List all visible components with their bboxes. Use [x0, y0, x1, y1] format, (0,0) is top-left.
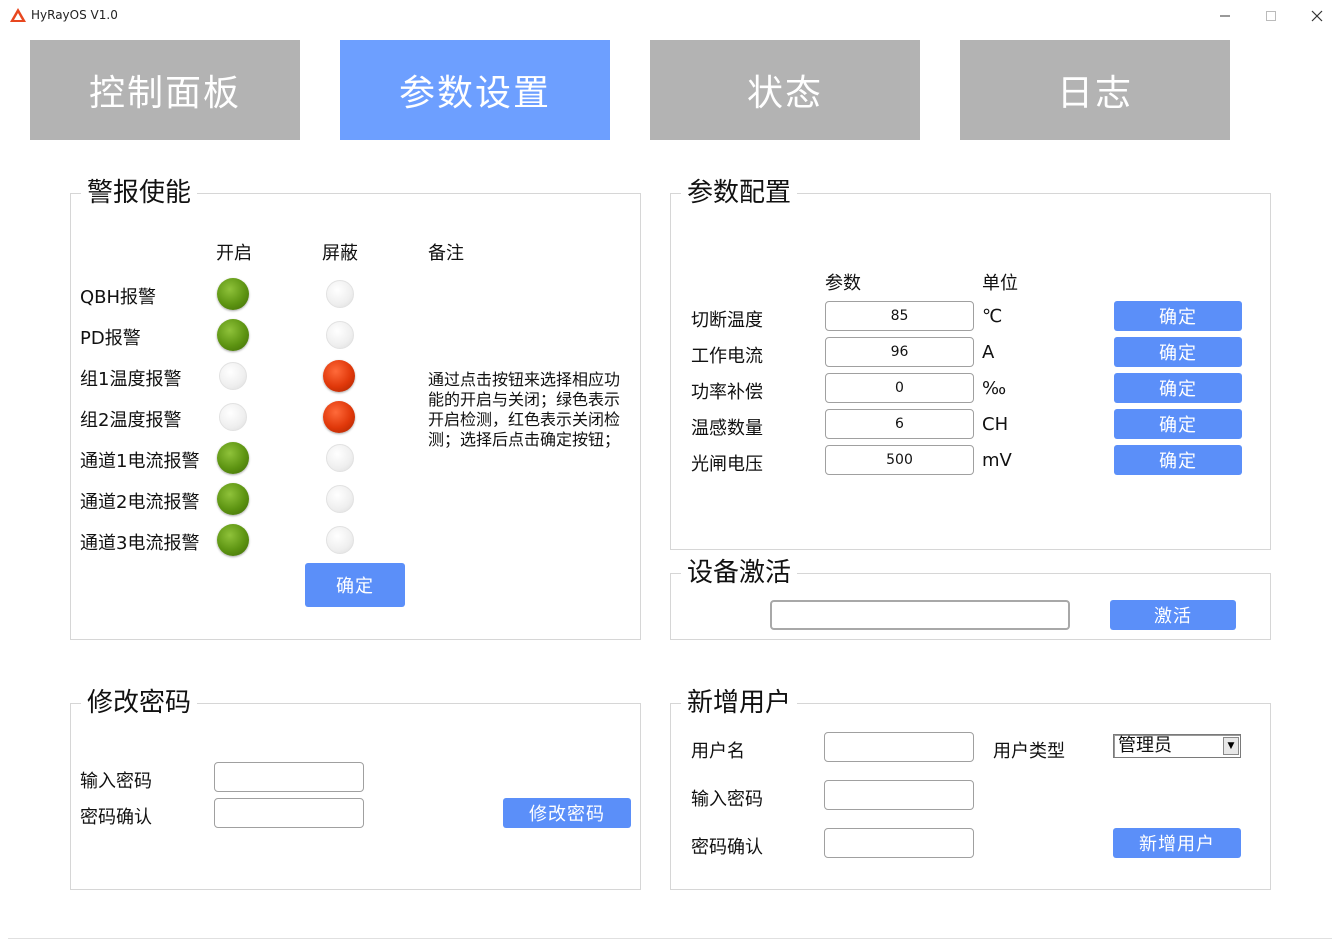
param-confirm-button[interactable]: 确定 — [1114, 373, 1242, 403]
minimize-icon — [1220, 15, 1230, 17]
close-button[interactable] — [1294, 0, 1340, 32]
alarm-on-led[interactable] — [219, 403, 247, 431]
alarm-row-label: 通道3电流报警 — [80, 533, 200, 554]
username-label: 用户名 — [691, 741, 745, 762]
param-label: 功率补偿 — [691, 382, 763, 403]
param-unit: mV — [982, 450, 1012, 471]
alarm-mask-led[interactable] — [326, 444, 354, 472]
param-value-input[interactable]: 96 — [825, 337, 974, 367]
alarm-mask-led[interactable] — [326, 485, 354, 513]
bottom-divider — [8, 938, 1332, 939]
alarm-note: 通过点击按钮来选择相应功能的开启与关闭；绿色表示开启检测，红色表示关闭检测；选择… — [428, 370, 621, 449]
user-type-value: 管理员 — [1118, 735, 1172, 756]
close-icon — [1311, 10, 1323, 22]
param-label: 温感数量 — [691, 418, 763, 439]
app-logo-icon — [10, 8, 26, 22]
param-value-input[interactable]: 500 — [825, 445, 974, 475]
username-input[interactable] — [824, 732, 974, 762]
alarm-on-led[interactable] — [217, 278, 249, 310]
device-activation-title: 设备激活 — [681, 556, 798, 590]
param-label: 切断温度 — [691, 310, 763, 331]
param-value-input[interactable]: 6 — [825, 409, 974, 439]
param-config-group: 参数配置 — [670, 176, 1271, 550]
alarm-mask-led[interactable] — [323, 360, 355, 392]
change-password-group: 修改密码 — [70, 686, 641, 890]
param-label: 光闸电压 — [691, 454, 763, 475]
alarm-col-on: 开启 — [216, 243, 252, 264]
alarm-col-mask: 屏蔽 — [322, 243, 358, 264]
alarm-row-label: 通道1电流报警 — [80, 451, 200, 472]
activation-code-input[interactable] — [770, 600, 1070, 630]
password-input-label: 输入密码 — [80, 771, 152, 792]
alarm-on-led[interactable] — [217, 483, 249, 515]
window-title: HyRayOS V1.0 — [31, 8, 118, 22]
alarm-row-label: 组2温度报警 — [80, 410, 182, 431]
tab-parameter-settings[interactable]: 参数设置 — [340, 40, 610, 140]
title-bar: HyRayOS V1.0 — [0, 0, 1340, 32]
param-unit: A — [982, 342, 995, 363]
new-user-confirm-input[interactable] — [824, 828, 974, 858]
user-type-select[interactable]: 管理员 ▼ — [1113, 734, 1241, 758]
param-config-title: 参数配置 — [681, 176, 798, 210]
alarm-mask-led[interactable] — [326, 526, 354, 554]
param-value-input[interactable]: 0 — [825, 373, 974, 403]
param-col-param: 参数 — [825, 273, 861, 294]
password-confirm-label: 密码确认 — [80, 807, 152, 828]
param-unit: CH — [982, 414, 1009, 435]
alarm-on-led[interactable] — [219, 362, 247, 390]
alarm-on-led[interactable] — [217, 524, 249, 556]
param-confirm-button[interactable]: 确定 — [1114, 337, 1242, 367]
new-user-title: 新增用户 — [681, 686, 798, 720]
activate-button[interactable]: 激活 — [1110, 600, 1236, 630]
maximize-button[interactable] — [1248, 0, 1294, 32]
alarm-col-note: 备注 — [428, 243, 464, 264]
param-col-unit: 单位 — [982, 273, 1018, 294]
alarm-enable-title: 警报使能 — [81, 176, 198, 210]
maximize-icon — [1266, 11, 1276, 21]
param-confirm-button[interactable]: 确定 — [1114, 409, 1242, 439]
alarm-on-led[interactable] — [217, 319, 249, 351]
user-type-label: 用户类型 — [993, 741, 1065, 762]
alarm-on-led[interactable] — [217, 442, 249, 474]
alarm-mask-led[interactable] — [326, 280, 354, 308]
change-password-title: 修改密码 — [81, 686, 198, 720]
alarm-confirm-button[interactable]: 确定 — [305, 563, 405, 607]
tab-control-panel[interactable]: 控制面板 — [30, 40, 300, 140]
param-value-input[interactable]: 85 — [825, 301, 974, 331]
minimize-button[interactable] — [1202, 0, 1248, 32]
change-password-button[interactable]: 修改密码 — [503, 798, 631, 828]
new-user-confirm-label: 密码确认 — [691, 837, 763, 858]
alarm-mask-led[interactable] — [326, 321, 354, 349]
chevron-down-icon[interactable]: ▼ — [1223, 737, 1239, 755]
param-unit: ‰ — [982, 378, 1007, 399]
password-input[interactable] — [214, 762, 364, 792]
new-user-password-input[interactable] — [824, 780, 974, 810]
tab-log[interactable]: 日志 — [960, 40, 1230, 140]
param-confirm-button[interactable]: 确定 — [1114, 445, 1242, 475]
add-user-button[interactable]: 新增用户 — [1113, 828, 1241, 858]
param-unit: ℃ — [982, 306, 1003, 327]
alarm-mask-led[interactable] — [323, 401, 355, 433]
tab-status[interactable]: 状态 — [650, 40, 920, 140]
alarm-row-label: 通道2电流报警 — [80, 492, 200, 513]
alarm-row-label: 组1温度报警 — [80, 369, 182, 390]
param-confirm-button[interactable]: 确定 — [1114, 301, 1242, 331]
alarm-row-label: PD报警 — [80, 328, 141, 349]
password-confirm-input[interactable] — [214, 798, 364, 828]
param-label: 工作电流 — [691, 346, 763, 367]
new-user-password-label: 输入密码 — [691, 789, 763, 810]
alarm-row-label: QBH报警 — [80, 287, 157, 308]
